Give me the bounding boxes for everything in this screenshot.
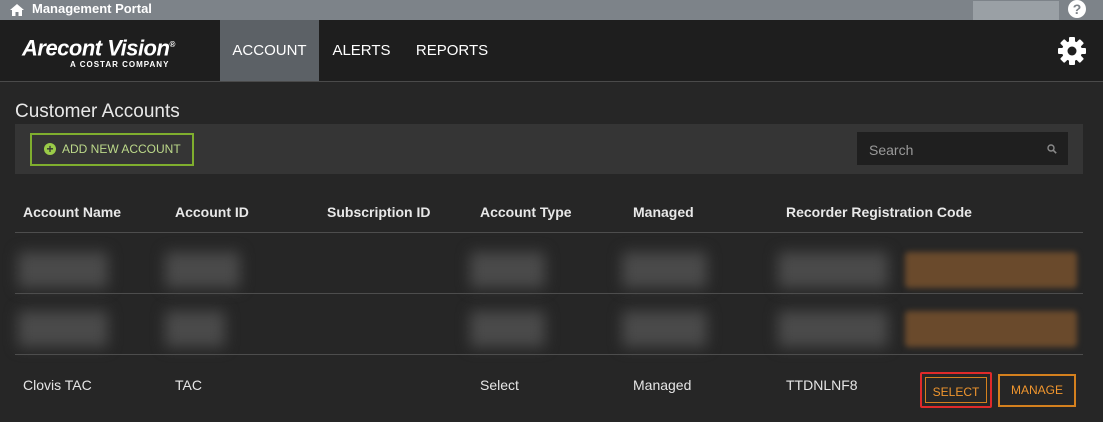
- cell-managed: Managed: [633, 377, 692, 393]
- column-header-subscription-id[interactable]: Subscription ID: [327, 204, 430, 220]
- redacted-cell: [470, 252, 545, 288]
- redacted-cell: [18, 311, 108, 347]
- brand-tagline: A COSTAR COMPANY: [70, 60, 170, 70]
- app-header: Arecont Vision® A COSTAR COMPANY ACCOUNT…: [0, 20, 1103, 82]
- home-icon[interactable]: [9, 2, 25, 18]
- portal-title: Management Portal: [32, 1, 152, 16]
- tab-account[interactable]: ACCOUNT: [220, 20, 319, 81]
- portal-bar: Management Portal ?: [0, 0, 1103, 22]
- help-icon[interactable]: ?: [1068, 0, 1086, 18]
- page-title: Customer Accounts: [15, 101, 180, 122]
- brand-logo[interactable]: Arecont Vision® A COSTAR COMPANY: [22, 33, 182, 73]
- column-header-account-type[interactable]: Account Type: [480, 204, 572, 220]
- redacted-cell: [622, 252, 707, 288]
- table-divider: [15, 354, 1083, 355]
- column-header-recorder-registration-code[interactable]: Recorder Registration Code: [786, 204, 972, 220]
- search-icon[interactable]: [1047, 144, 1057, 154]
- redacted-cell: [165, 252, 240, 288]
- redacted-cell: [905, 311, 1077, 347]
- redacted-cell: [778, 252, 888, 288]
- redacted-cell: [905, 252, 1077, 288]
- brand-name: Arecont Vision: [22, 35, 170, 61]
- redacted-cell: [18, 252, 108, 288]
- cell-recorder-registration-code: TTDNLNF8: [786, 377, 858, 393]
- search-input[interactable]: [857, 132, 1051, 167]
- search-box[interactable]: [857, 132, 1068, 167]
- redacted-cell: [165, 311, 225, 347]
- tab-alerts[interactable]: ALERTS: [319, 20, 404, 81]
- redacted-cell: [778, 311, 888, 347]
- registered-mark: ®: [169, 40, 175, 49]
- select-button[interactable]: SELECT: [925, 377, 987, 403]
- select-button-highlight[interactable]: SELECT: [920, 372, 992, 408]
- redacted-cell: [470, 311, 545, 347]
- table-divider: [15, 232, 1083, 233]
- redacted-cell: [622, 311, 707, 347]
- column-header-managed[interactable]: Managed: [633, 204, 694, 220]
- plus-circle-icon: +: [44, 143, 56, 155]
- gear-icon[interactable]: [1057, 36, 1087, 66]
- user-menu-box[interactable]: [973, 1, 1059, 22]
- column-header-account-name[interactable]: Account Name: [23, 204, 121, 220]
- accounts-toolbar: + ADD NEW ACCOUNT: [15, 124, 1083, 174]
- cell-account-name: Clovis TAC: [23, 377, 92, 393]
- add-new-account-label: ADD NEW ACCOUNT: [62, 142, 181, 156]
- tab-reports[interactable]: REPORTS: [404, 20, 500, 81]
- column-header-account-id[interactable]: Account ID: [175, 204, 249, 220]
- manage-button[interactable]: MANAGE: [998, 374, 1076, 407]
- table-divider: [15, 293, 1083, 294]
- cell-account-type: Select: [480, 377, 519, 393]
- cell-account-id: TAC: [175, 377, 202, 393]
- add-new-account-button[interactable]: + ADD NEW ACCOUNT: [30, 133, 194, 166]
